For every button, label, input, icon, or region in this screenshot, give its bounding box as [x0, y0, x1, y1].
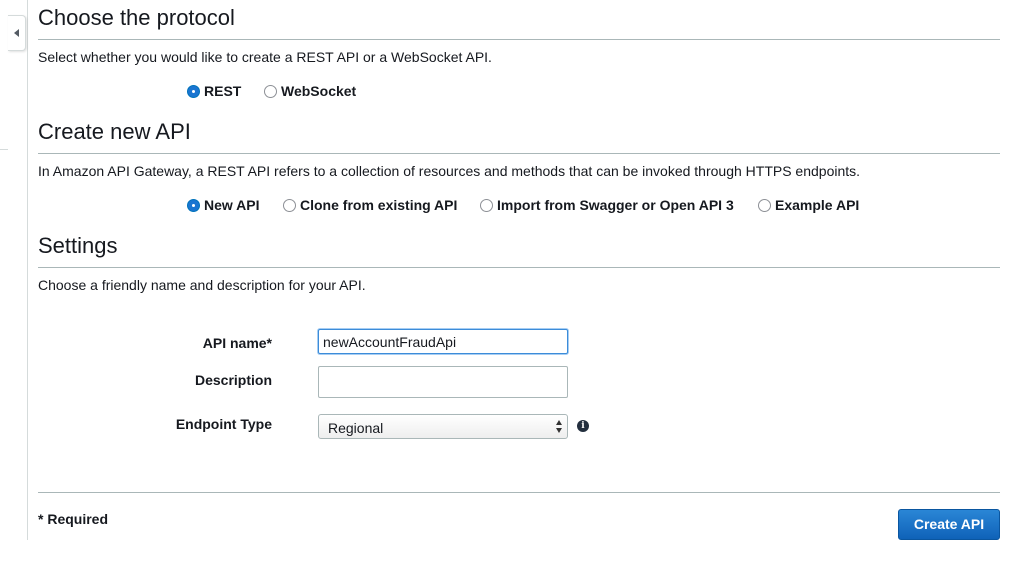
- radio-label: Clone from existing API: [300, 197, 458, 213]
- sidebar-divider: [27, 0, 28, 540]
- footer-divider: [38, 492, 1000, 493]
- info-icon[interactable]: i: [577, 420, 589, 432]
- required-note: * Required: [38, 511, 109, 527]
- create-api-button[interactable]: Create API: [898, 509, 1000, 540]
- radio-label: Example API: [775, 197, 860, 213]
- radio-unselected-icon: [283, 198, 296, 212]
- radio-websocket[interactable]: WebSocket: [264, 83, 356, 99]
- create-api-section-description: In Amazon API Gateway, a REST API refers…: [38, 163, 861, 179]
- radio-clone-existing-api[interactable]: Clone from existing API: [283, 197, 457, 213]
- endpoint-type-select[interactable]: Regional: [318, 414, 568, 439]
- radio-label: New API: [204, 197, 260, 213]
- api-name-label: API name*: [202, 335, 272, 351]
- radio-label: Import from Swagger or Open API 3: [497, 197, 734, 213]
- radio-label: WebSocket: [281, 83, 357, 99]
- settings-section-description: Choose a friendly name and description f…: [38, 277, 366, 293]
- caret-left-icon: [14, 29, 19, 37]
- radio-unselected-icon: [758, 198, 771, 212]
- settings-section-divider: [38, 267, 1000, 268]
- protocol-section-description: Select whether you would like to create …: [38, 49, 492, 65]
- description-label: Description: [194, 372, 272, 388]
- radio-rest[interactable]: REST: [187, 83, 241, 99]
- endpoint-type-value: Regional: [328, 420, 384, 436]
- radio-unselected-icon: [480, 198, 493, 212]
- create-api-section-divider: [38, 153, 1000, 154]
- sidebar-divider-stub: [0, 149, 8, 150]
- sidebar-collapse-toggle[interactable]: [8, 15, 26, 51]
- radio-new-api[interactable]: New API: [187, 197, 260, 213]
- radio-example-api[interactable]: Example API: [758, 197, 859, 213]
- endpoint-type-label: Endpoint Type: [175, 416, 272, 432]
- settings-section-title: Settings: [38, 233, 118, 258]
- protocol-section-title: Choose the protocol: [38, 5, 235, 30]
- radio-label: REST: [204, 83, 242, 99]
- radio-selected-icon: [187, 84, 200, 98]
- create-api-section-title: Create new API: [38, 119, 191, 144]
- select-arrows-icon: [556, 420, 563, 434]
- radio-import-swagger[interactable]: Import from Swagger or Open API 3: [480, 197, 734, 213]
- description-input[interactable]: [318, 366, 568, 398]
- protocol-section-divider: [38, 39, 1000, 40]
- radio-selected-icon: [187, 198, 200, 212]
- api-name-input[interactable]: [318, 329, 568, 354]
- radio-unselected-icon: [264, 84, 277, 98]
